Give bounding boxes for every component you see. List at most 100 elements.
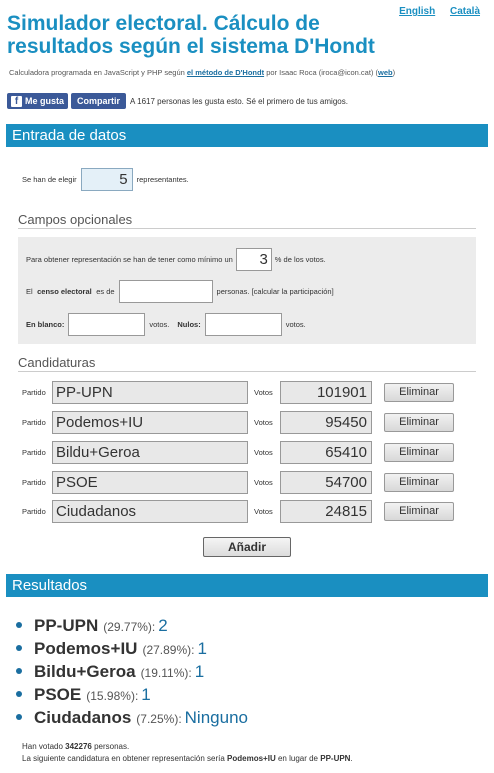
credits-suffix: ) <box>392 68 396 77</box>
section-entrada-header: Entrada de datos <box>6 124 488 147</box>
credits-middle: por Isaac Roca (iroca@icon.cat) ( <box>266 68 379 77</box>
result-percent: (7.25%): <box>136 712 182 726</box>
candidate-row: Partido Votos Eliminar <box>22 440 454 464</box>
candidate-row: Partido Votos Eliminar <box>22 410 454 434</box>
result-item: Bildu+Geroa (19.11%): 1 <box>16 660 248 683</box>
result-party: Ciudadanos <box>34 708 132 727</box>
census-row: El censo electoral es de personas. [calc… <box>26 280 334 303</box>
result-party: PP-UPN <box>34 616 99 635</box>
party-label: Partido <box>22 506 46 516</box>
bullet-icon <box>16 622 22 628</box>
lang-catala-link[interactable]: Català <box>450 6 480 17</box>
party-name-input[interactable] <box>52 470 248 494</box>
voted-prefix: Han votado <box>22 742 63 751</box>
party-votes-input[interactable] <box>280 440 372 464</box>
threshold-prefix: Para obtener representación se han de te… <box>26 255 233 264</box>
section-resultados-header: Resultados <box>6 574 488 597</box>
party-name-input[interactable] <box>52 440 248 464</box>
page-title: Simulador electoral. Cálculo de resultad… <box>7 12 375 58</box>
candidate-row: Partido Votos Eliminar <box>22 470 454 494</box>
like-label: Me gusta <box>25 96 65 106</box>
party-votes-input[interactable] <box>280 499 372 523</box>
add-candidate-button[interactable]: Añadir <box>203 537 291 557</box>
party-name-input[interactable] <box>52 410 248 434</box>
party-votes-input[interactable] <box>280 410 372 434</box>
social-bar: f Me gusta Compartir A 1617 personas les… <box>7 93 348 109</box>
voted-count: 342276 <box>65 742 92 751</box>
party-label: Partido <box>22 447 46 457</box>
voters-line: Han votado 342276 personas. <box>22 741 353 753</box>
representatives-input[interactable] <box>80 168 133 191</box>
bullet-icon <box>16 645 22 651</box>
language-switcher: English Català <box>387 6 480 17</box>
web-link[interactable]: web <box>378 68 393 77</box>
threshold-suffix: % de los votos. <box>274 255 326 264</box>
result-percent: (19.11%): <box>140 666 192 680</box>
bullet-icon <box>16 691 22 697</box>
optional-fields-heading: Campos opcionales <box>18 212 476 229</box>
next-prefix: La siguiente candidatura en obtener repr… <box>22 754 225 763</box>
blank-votes-suffix: votos. <box>149 320 170 329</box>
party-name-input[interactable] <box>52 499 248 523</box>
elect-prefix: Se han de elegir <box>22 175 77 184</box>
votes-label: Votos <box>254 417 273 427</box>
results-list: PP-UPN (29.77%): 2 Podemos+IU (27.89%): … <box>16 614 248 729</box>
party-name-input[interactable] <box>52 380 248 404</box>
result-item: Ciudadanos (7.25%): Ninguno <box>16 706 248 729</box>
blank-null-row: En blanco: votos. Nulos: votos. <box>26 313 306 336</box>
census-pre: El <box>26 287 33 296</box>
votes-label: Votos <box>254 387 273 397</box>
elect-suffix: representantes. <box>136 175 189 184</box>
result-seats: Ninguno <box>184 708 248 727</box>
representatives-row: Se han de elegir representantes. <box>22 168 189 191</box>
blank-votes-input[interactable] <box>68 313 146 336</box>
threshold-input[interactable] <box>235 248 272 271</box>
party-votes-input[interactable] <box>280 470 372 494</box>
candidates-heading: Candidaturas <box>18 355 476 372</box>
census-input[interactable] <box>118 280 213 303</box>
blank-label: En blanco: <box>26 320 65 329</box>
next-middle: en lugar de <box>277 754 318 763</box>
census-mid: es de <box>96 287 115 296</box>
census-label: censo electoral <box>37 287 92 296</box>
results-summary: Han votado 342276 personas. La siguiente… <box>22 741 353 765</box>
dhondt-method-link[interactable]: el método de D'Hondt <box>187 68 264 77</box>
bullet-icon <box>16 668 22 674</box>
result-seats: 1 <box>197 639 207 658</box>
party-votes-input[interactable] <box>280 380 372 404</box>
result-item: PP-UPN (29.77%): 2 <box>16 614 248 637</box>
lang-english-link[interactable]: English <box>399 6 435 17</box>
votes-label: Votos <box>254 477 273 487</box>
threshold-row: Para obtener representación se han de te… <box>26 248 326 271</box>
next-seat-line: La siguiente candidatura en obtener repr… <box>22 753 353 765</box>
voted-suffix: personas. <box>94 742 130 751</box>
facebook-icon: f <box>11 95 22 107</box>
party-label: Partido <box>22 387 46 397</box>
candidate-row: Partido Votos Eliminar <box>22 499 454 523</box>
credits: Calculadora programada en JavaScript y P… <box>9 68 395 77</box>
census-suffix: personas. [calcular la participación] <box>216 287 334 296</box>
facebook-share-button[interactable]: Compartir <box>71 93 127 109</box>
result-party: Podemos+IU <box>34 639 138 658</box>
candidate-row: Partido Votos Eliminar <box>22 380 454 404</box>
votes-label: Votos <box>254 506 273 516</box>
result-party: Bildu+Geroa <box>34 662 136 681</box>
null-label: Nulos: <box>177 320 201 329</box>
null-votes-input[interactable] <box>204 313 282 336</box>
delete-button[interactable]: Eliminar <box>384 472 454 492</box>
delete-button[interactable]: Eliminar <box>384 501 454 521</box>
result-item: PSOE (15.98%): 1 <box>16 683 248 706</box>
bullet-icon <box>16 714 22 720</box>
like-count-text: A 1617 personas les gusta esto. Sé el pr… <box>130 96 348 106</box>
result-percent: (29.77%): <box>103 620 156 634</box>
result-percent: (15.98%): <box>86 689 139 703</box>
party-label: Partido <box>22 477 46 487</box>
next-replaced: PP-UPN <box>320 754 351 763</box>
result-seats: 2 <box>158 616 168 635</box>
delete-button[interactable]: Eliminar <box>384 442 454 462</box>
optional-fields-panel: Para obtener representación se han de te… <box>18 237 476 344</box>
delete-button[interactable]: Eliminar <box>384 412 454 432</box>
delete-button[interactable]: Eliminar <box>384 382 454 402</box>
null-votes-suffix: votos. <box>285 320 306 329</box>
facebook-like-button[interactable]: f Me gusta <box>7 93 69 109</box>
